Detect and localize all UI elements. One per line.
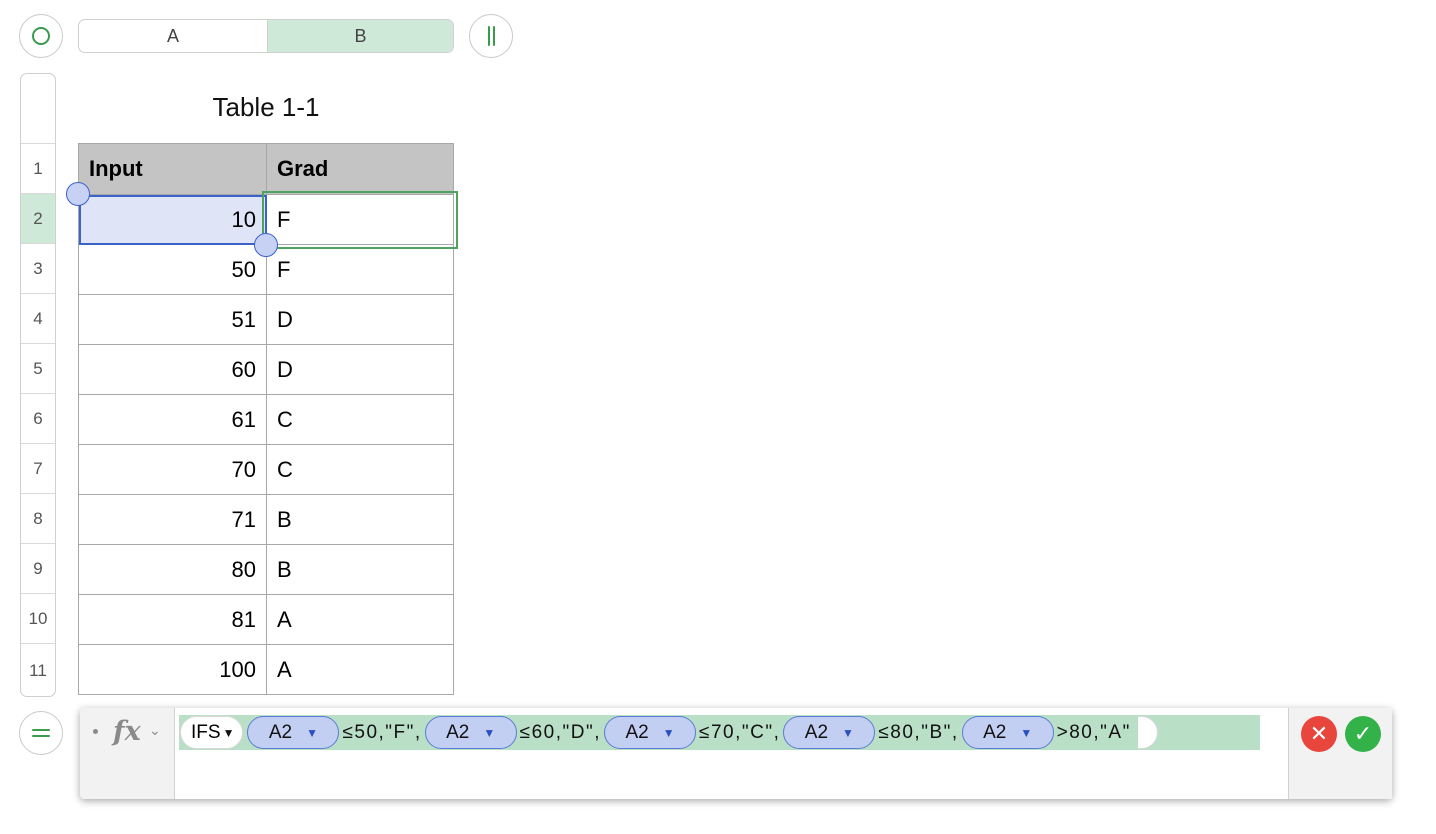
reference-token[interactable]: A2 ▼ — [247, 716, 340, 749]
table-row: 100 A — [78, 644, 454, 695]
column-header-bar: A B — [78, 19, 454, 53]
formula-editor-button[interactable] — [19, 711, 63, 755]
formula-equals-icon — [32, 729, 50, 737]
cell-a6[interactable]: 61 — [78, 394, 267, 445]
reference-menu-triangle-icon: ▼ — [662, 725, 675, 740]
cell-b2[interactable]: F — [266, 194, 454, 245]
row-header-1[interactable]: 1 — [21, 144, 55, 194]
accept-formula-button[interactable]: ✓ — [1345, 716, 1381, 752]
function-token[interactable]: IFS ▼ — [180, 716, 244, 749]
chevron-down-icon[interactable]: ⌄ — [149, 722, 161, 739]
header-row: Input Grad — [78, 143, 454, 195]
reference-label: A2 — [268, 721, 293, 743]
cell-a4[interactable]: 51 — [78, 294, 267, 345]
cell-a10[interactable]: 81 — [78, 594, 267, 645]
formula-editor[interactable]: IFS ▼ A2 ▼ ≤50,"F", A2 ▼ ≤60,"D", A2 ▼ ≤… — [175, 708, 1288, 799]
cell-b11[interactable]: A — [266, 644, 454, 695]
accept-check-icon: ✓ — [1353, 721, 1373, 746]
cell-a5[interactable]: 60 — [78, 344, 267, 395]
select-table-button[interactable] — [19, 14, 63, 58]
reference-label: A2 — [625, 721, 649, 743]
row-header-3[interactable]: 3 — [21, 244, 55, 294]
select-table-icon — [32, 27, 50, 45]
table-row: 71 B — [78, 494, 454, 545]
formula-actions: ✕ ✓ — [1288, 708, 1392, 799]
cell-a7[interactable]: 70 — [78, 444, 267, 495]
cell-a9[interactable]: 80 — [78, 544, 267, 595]
reference-label: A2 — [983, 721, 1007, 743]
cell-b7[interactable]: C — [266, 444, 454, 495]
function-fx-icon[interactable]: fx — [113, 716, 141, 747]
formula-expression[interactable]: IFS ▼ A2 ▼ ≤50,"F", A2 ▼ ≤60,"D", A2 ▼ ≤… — [179, 715, 1260, 750]
row-header-7[interactable]: 7 — [21, 444, 55, 494]
freeze-columns-button[interactable] — [469, 14, 513, 58]
cell-b4[interactable]: D — [266, 294, 454, 345]
row-header-bar: 1 2 3 4 5 6 7 8 9 10 11 — [20, 73, 56, 697]
cell-a2[interactable]: 10 — [78, 194, 267, 245]
reference-token[interactable]: A2 ▼ — [424, 716, 517, 749]
row-header-10[interactable]: 10 — [21, 594, 55, 644]
cancel-x-icon: ✕ — [1309, 721, 1329, 746]
reference-label: A2 — [804, 721, 829, 743]
row-header-8[interactable]: 8 — [21, 494, 55, 544]
row-header-2[interactable]: 2 — [21, 194, 55, 244]
header-cell-grad[interactable]: Grad — [266, 143, 454, 195]
function-name: IFS — [191, 721, 221, 743]
cell-a3[interactable]: 50 — [78, 244, 267, 295]
cell-b8[interactable]: B — [266, 494, 454, 545]
bullet-icon — [93, 729, 98, 734]
reference-menu-triangle-icon: ▼ — [1020, 725, 1033, 740]
freeze-columns-icon — [487, 26, 495, 46]
reference-token[interactable]: A2 ▼ — [961, 716, 1054, 749]
cell-a11[interactable]: 100 — [78, 644, 267, 695]
table-row: 51 D — [78, 294, 454, 345]
formula-text-segment: ≤80,"B", — [878, 721, 959, 743]
range-handle-bottom-right[interactable] — [254, 233, 278, 257]
row-header-5[interactable]: 5 — [21, 344, 55, 394]
formula-text-segment: ≤60,"D", — [519, 721, 602, 743]
reference-token[interactable]: A2 ▼ — [604, 716, 697, 749]
cell-b3[interactable]: F — [266, 244, 454, 295]
row-header-spacer — [21, 74, 55, 144]
reference-menu-triangle-icon: ▼ — [483, 725, 496, 740]
range-handle-top-left[interactable] — [66, 182, 90, 206]
cell-b5[interactable]: D — [266, 344, 454, 395]
cancel-formula-button[interactable]: ✕ — [1301, 716, 1337, 752]
spreadsheet-table: Input Grad 10 F 50 F 51 D 60 D 61 C 70 C… — [78, 143, 454, 695]
formula-bar: fx ⌄ IFS ▼ A2 ▼ ≤50,"F", A2 ▼ ≤60,"D", A… — [80, 708, 1392, 799]
row-header-9[interactable]: 9 — [21, 544, 55, 594]
column-header-a[interactable]: A — [79, 20, 267, 52]
header-cell-input[interactable]: Input — [78, 143, 267, 195]
table-title[interactable]: Table 1-1 — [78, 92, 454, 123]
table-row: 70 C — [78, 444, 454, 495]
table-row: 81 A — [78, 594, 454, 645]
reference-token[interactable]: A2 ▼ — [783, 716, 876, 749]
reference-menu-triangle-icon: ▼ — [842, 725, 854, 740]
table-row: 61 C — [78, 394, 454, 445]
row-header-11[interactable]: 11 — [21, 644, 55, 696]
function-end-cap — [1137, 716, 1158, 749]
reference-label: A2 — [446, 721, 470, 743]
formula-bar-left: fx ⌄ — [80, 708, 175, 799]
row-header-4[interactable]: 4 — [21, 294, 55, 344]
table-row: 80 B — [78, 544, 454, 595]
row-header-6[interactable]: 6 — [21, 394, 55, 444]
reference-menu-triangle-icon: ▼ — [306, 725, 319, 740]
column-header-b[interactable]: B — [267, 20, 453, 52]
cell-b9[interactable]: B — [266, 544, 454, 595]
function-menu-triangle-icon: ▼ — [222, 725, 235, 740]
formula-text-segment: ≤70,"C", — [699, 721, 781, 743]
cell-b6[interactable]: C — [266, 394, 454, 445]
table-row: 60 D — [78, 344, 454, 395]
formula-text-segment: >80,"A" — [1056, 721, 1131, 743]
cell-b10[interactable]: A — [266, 594, 454, 645]
cell-a8[interactable]: 71 — [78, 494, 267, 545]
formula-text-segment: ≤50,"F", — [342, 721, 422, 743]
